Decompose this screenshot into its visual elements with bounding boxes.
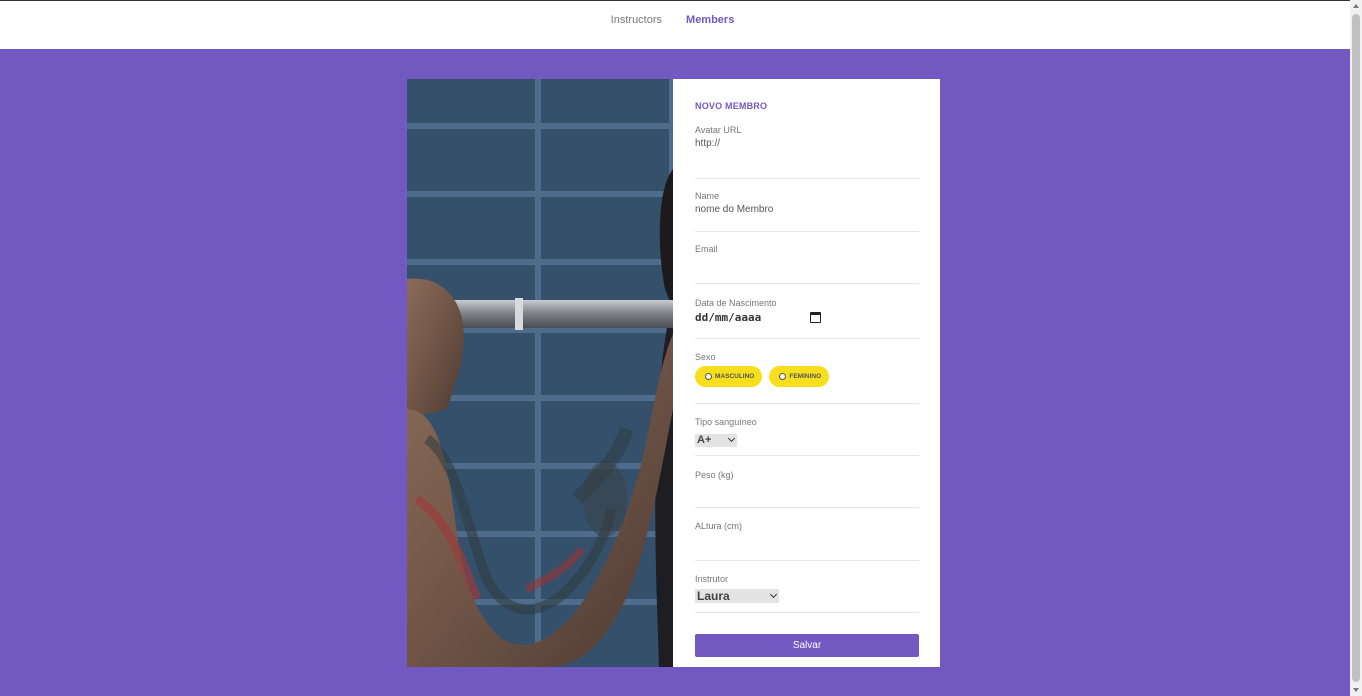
instructor-selected: Laura xyxy=(697,589,730,603)
gender-option-masculino[interactable]: MASCULINO xyxy=(695,366,763,387)
radio-circle-icon[interactable] xyxy=(705,373,712,380)
avatar-url-label: Avatar URL xyxy=(695,125,742,135)
gender-field: Sexo MASCULINO FEMININO xyxy=(695,339,919,404)
email-input[interactable] xyxy=(695,257,919,271)
page-scrollbar[interactable] xyxy=(1350,0,1362,696)
weight-input[interactable] xyxy=(695,483,919,497)
blood-type-field: Tipo sanguíneo A+ xyxy=(695,404,919,456)
new-member-form: NOVO MEMBRO Avatar URL http:// Name nome… xyxy=(673,79,940,667)
name-input[interactable]: nome do Membro xyxy=(695,204,919,218)
gender-option-label: FEMININO xyxy=(789,373,822,380)
birth-date-label: Data de Nascimento xyxy=(695,298,777,308)
blood-type-select[interactable]: A+ xyxy=(695,433,737,447)
email-field: Email xyxy=(695,232,919,284)
weight-field: Peso (kg) xyxy=(695,456,919,508)
chevron-down-icon xyxy=(727,434,736,443)
blood-type-label: Tipo sanguíneo xyxy=(695,417,757,427)
avatar-url-field: Avatar URL http:// xyxy=(695,125,919,179)
email-label: Email xyxy=(695,244,718,254)
gender-radio-group: MASCULINO FEMININO xyxy=(695,366,919,387)
instructor-label: Instrutor xyxy=(695,574,729,584)
name-field: Name nome do Membro xyxy=(695,179,919,232)
form-title: NOVO MEMBRO xyxy=(695,101,768,111)
birth-date-input[interactable]: dd/mm/aaaa xyxy=(695,311,821,324)
instructor-field: Instrutor Laura xyxy=(695,561,919,613)
gender-option-label: MASCULINO xyxy=(715,373,755,380)
avatar-url-input[interactable]: http:// xyxy=(695,138,919,152)
main-nav: Instructors Members xyxy=(611,14,735,26)
gym-photo xyxy=(407,79,673,667)
calendar-icon[interactable] xyxy=(810,312,821,323)
height-input[interactable] xyxy=(695,534,919,548)
chevron-down-icon xyxy=(769,590,778,599)
instructor-select[interactable]: Laura xyxy=(695,589,779,603)
nav-link-members[interactable]: Members xyxy=(686,14,734,26)
gender-label: Sexo xyxy=(695,352,716,362)
save-button[interactable]: Salvar xyxy=(695,634,919,657)
weight-label: Peso (kg) xyxy=(695,470,734,480)
scroll-down-arrow-icon[interactable] xyxy=(1353,688,1359,692)
scroll-up-arrow-icon[interactable] xyxy=(1353,4,1359,8)
name-label: Name xyxy=(695,191,720,201)
scrollbar-thumb[interactable] xyxy=(1352,14,1360,682)
weightlifter-illustration xyxy=(407,169,673,667)
member-form-card: NOVO MEMBRO Avatar URL http:// Name nome… xyxy=(407,79,940,667)
top-nav-bar: Instructors Members xyxy=(0,0,1350,49)
radio-circle-icon[interactable] xyxy=(779,373,787,380)
gender-option-feminino[interactable]: FEMININO xyxy=(769,366,830,387)
height-label: ALtura (cm) xyxy=(695,521,743,531)
height-field: ALtura (cm) xyxy=(695,508,919,561)
birth-date-placeholder: dd/mm/aaaa xyxy=(695,311,762,324)
nav-link-instructors[interactable]: Instructors xyxy=(611,14,662,26)
blood-type-selected: A+ xyxy=(697,434,712,446)
birth-date-field: Data de Nascimento dd/mm/aaaa xyxy=(695,284,919,339)
